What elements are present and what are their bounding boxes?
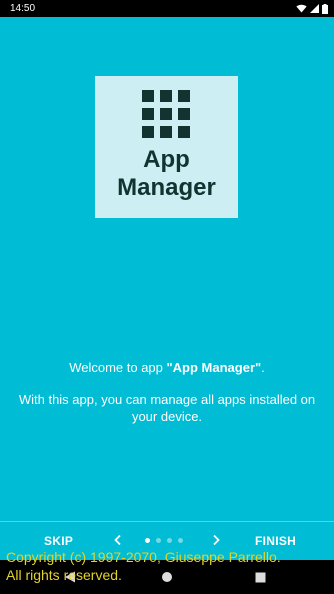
home-icon[interactable] bbox=[161, 570, 173, 588]
page-indicator bbox=[145, 538, 183, 543]
app-logo: App Manager bbox=[95, 76, 238, 218]
page-dot-4 bbox=[178, 538, 183, 543]
logo-line-1: App bbox=[143, 146, 190, 173]
welcome-text: Welcome to app "App Manager". bbox=[0, 359, 334, 376]
pager-divider bbox=[0, 521, 334, 522]
welcome-prefix: Welcome to app bbox=[69, 360, 167, 375]
page-dot-1 bbox=[145, 538, 150, 543]
signal-icon bbox=[310, 4, 319, 13]
finish-button[interactable]: FINISH bbox=[255, 534, 296, 548]
skip-button[interactable]: SKIP bbox=[44, 534, 73, 548]
logo-text: App Manager bbox=[95, 146, 238, 202]
wifi-icon bbox=[296, 4, 307, 13]
chevron-right-icon[interactable] bbox=[211, 533, 221, 551]
description-text: With this app, you can manage all apps i… bbox=[18, 392, 316, 424]
logo-line-2: Manager bbox=[117, 174, 216, 201]
chevron-left-icon[interactable] bbox=[113, 533, 123, 551]
intro-pager: SKIP FINISH bbox=[0, 528, 334, 556]
status-icons bbox=[296, 3, 328, 14]
page-dot-2 bbox=[156, 538, 161, 543]
app-intro-screen: 14:50 App Manager Welcome to app "App Ma bbox=[0, 0, 334, 594]
system-nav-bar bbox=[0, 560, 334, 594]
status-time: 14:50 bbox=[10, 3, 36, 14]
welcome-app-name: "App Manager" bbox=[166, 360, 262, 375]
page-dot-3 bbox=[167, 538, 172, 543]
status-bar: 14:50 bbox=[0, 0, 334, 17]
recent-apps-icon[interactable] bbox=[255, 570, 266, 588]
welcome-suffix: . bbox=[261, 360, 265, 375]
battery-icon bbox=[322, 3, 328, 14]
back-icon[interactable] bbox=[64, 570, 76, 588]
grid-icon bbox=[142, 90, 190, 138]
